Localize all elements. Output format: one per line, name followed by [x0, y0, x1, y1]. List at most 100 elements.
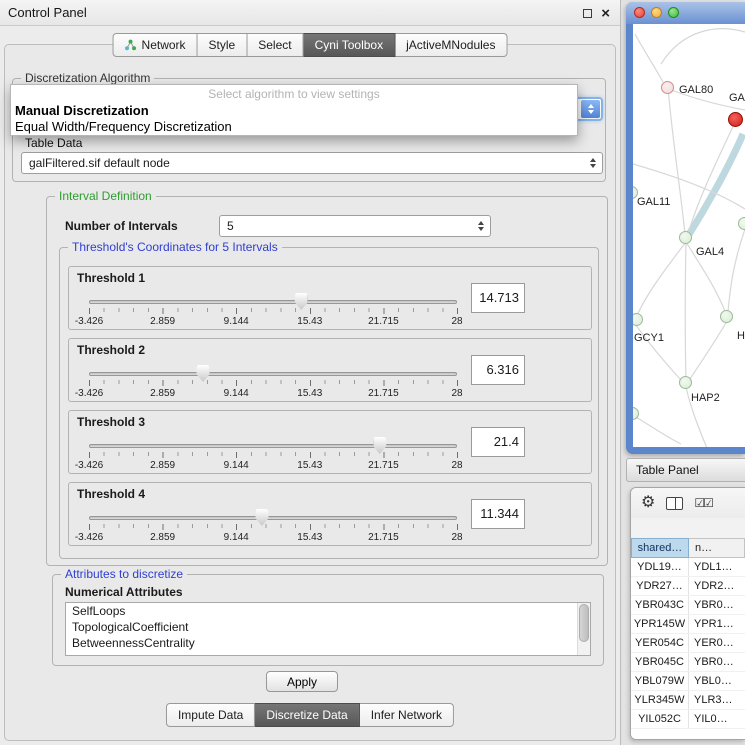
table-data-combobox[interactable]: galFiltered.sif default node	[21, 152, 603, 174]
cell[interactable]: YBR0…	[689, 653, 745, 671]
network-canvas[interactable]: GAL80 GA GAL11 GAL4 GCY1 H HAP2	[633, 24, 745, 447]
slider-track[interactable]	[89, 516, 457, 520]
table-row[interactable]: YDR27…YDR2…	[631, 577, 745, 596]
cell[interactable]: YIL052C	[631, 710, 689, 728]
top-tab-bar: Network Style Select Cyni Toolbox jActiv…	[113, 33, 508, 57]
cell[interactable]: YDL19…	[631, 558, 689, 576]
column-header-name[interactable]: n…	[689, 538, 745, 558]
thresholds-group: Threshold's Coordinates for 5 Intervals …	[59, 247, 599, 559]
scale-tick-label: 15.43	[297, 532, 322, 543]
control-panel-window: Control Panel × Network Style Select	[0, 0, 621, 745]
scrollbar-thumb[interactable]	[579, 604, 589, 642]
threshold-2-value-field[interactable]: 6.316	[471, 355, 525, 385]
tab-jactivemnodules[interactable]: jActiveMNodules	[395, 33, 507, 57]
node-label: GAL80	[679, 84, 713, 96]
cell[interactable]: YLR3…	[689, 691, 745, 709]
cell[interactable]: YER0…	[689, 634, 745, 652]
list-item[interactable]: SelfLoops	[66, 603, 590, 619]
cell[interactable]: YPR145W	[631, 615, 689, 633]
tab-network[interactable]: Network	[113, 33, 198, 57]
network-node[interactable]	[679, 231, 692, 244]
list-scrollbar[interactable]	[577, 603, 590, 655]
gear-icon[interactable]: ⚙	[641, 495, 655, 511]
tab-style[interactable]: Style	[198, 33, 248, 57]
slider-track[interactable]	[89, 300, 457, 304]
cell[interactable]: YLR345W	[631, 691, 689, 709]
list-item[interactable]: BetweennessCentrality	[66, 635, 590, 651]
number-of-intervals-combobox[interactable]: 5	[219, 215, 491, 237]
node-label: H	[737, 330, 745, 342]
table-row[interactable]: YBR043CYBR0…	[631, 596, 745, 615]
tab-impute-data[interactable]: Impute Data	[166, 703, 255, 727]
network-node[interactable]	[661, 81, 674, 94]
threshold-2-panel: Threshold 2 -3.426 2.859 9.144 15.43 21.…	[68, 338, 592, 402]
cell[interactable]: YDR2…	[689, 577, 745, 595]
cell[interactable]: YDR27…	[631, 577, 689, 595]
tab-infer-network[interactable]: Infer Network	[360, 703, 454, 727]
scale-tick-label: 9.144	[224, 316, 249, 327]
cell[interactable]: YER054C	[631, 634, 689, 652]
table-browser-window: ⚙ ☑☑ shared… n… YDL19…YDL1… YDR27…YDR2… …	[630, 487, 745, 740]
scale-tick-label: 2.859	[150, 532, 175, 543]
threshold-2-slider[interactable]: -3.426 2.859 9.144 15.43 21.715 28	[89, 363, 457, 401]
tab-select[interactable]: Select	[247, 33, 303, 57]
cell[interactable]: YBR045C	[631, 653, 689, 671]
threshold-4-value-field[interactable]: 11.344	[471, 499, 525, 529]
column-header-shared-name[interactable]: shared…	[631, 538, 689, 558]
table-row[interactable]: YER054CYER0…	[631, 634, 745, 653]
dropdown-option-manual-discretization[interactable]: Manual Discretization	[11, 103, 577, 119]
table-toolbar: ⚙ ☑☑	[631, 488, 745, 518]
slider-track[interactable]	[89, 372, 457, 376]
scale-tick-label: 15.43	[297, 316, 322, 327]
threshold-1-slider[interactable]: -3.426 2.859 9.144 15.43 21.715 28	[89, 291, 457, 329]
cell[interactable]: YIL0…	[689, 710, 745, 728]
threshold-1-value-field[interactable]: 14.713	[471, 283, 525, 313]
slider-track[interactable]	[89, 444, 457, 448]
apply-button[interactable]: Apply	[266, 671, 338, 692]
numerical-attributes-list: SelfLoops TopologicalCoefficient Between…	[65, 602, 591, 656]
close-icon[interactable]: ×	[601, 6, 610, 21]
network-node[interactable]	[679, 376, 692, 389]
network-node-selected[interactable]	[728, 112, 743, 127]
zoom-traffic-light-icon[interactable]	[668, 7, 679, 18]
dropdown-option-equal-width-frequency[interactable]: Equal Width/Frequency Discretization	[11, 119, 577, 135]
table-row[interactable]: YLR345WYLR3…	[631, 691, 745, 710]
group-title: Discretization Algorithm	[21, 71, 154, 85]
cell[interactable]: YBL079W	[631, 672, 689, 690]
table-row[interactable]: YPR145WYPR1…	[631, 615, 745, 634]
float-window-icon[interactable]	[583, 9, 592, 18]
close-traffic-light-icon[interactable]	[634, 7, 645, 18]
select-columns-checkboxes-icon[interactable]: ☑☑	[694, 496, 712, 510]
network-node[interactable]	[738, 217, 745, 230]
table-row[interactable]: YBR045CYBR0…	[631, 653, 745, 672]
network-window-titlebar[interactable]	[626, 2, 745, 24]
scale-tick-label: 15.43	[297, 388, 322, 399]
scale-tick-label: 21.715	[368, 460, 399, 471]
cell[interactable]: YBR0…	[689, 596, 745, 614]
list-item[interactable]: TopologicalCoefficient	[66, 619, 590, 635]
combobox-arrows-icon	[478, 221, 484, 231]
columns-icon[interactable]	[666, 497, 683, 510]
cell[interactable]: YBL0…	[689, 672, 745, 690]
cell[interactable]: YDL1…	[689, 558, 745, 576]
number-of-intervals-label: Number of Intervals	[65, 219, 178, 233]
tab-discretize-data[interactable]: Discretize Data	[255, 703, 359, 727]
table-row[interactable]: YBL079WYBL0…	[631, 672, 745, 691]
numerical-attributes-label: Numerical Attributes	[65, 585, 183, 599]
slider-scale: -3.426 2.859 9.144 15.43 21.715 28	[89, 388, 457, 400]
network-node[interactable]	[720, 310, 733, 323]
threshold-3-slider[interactable]: -3.426 2.859 9.144 15.43 21.715 28	[89, 435, 457, 473]
threshold-4-slider[interactable]: -3.426 2.859 9.144 15.43 21.715 28	[89, 507, 457, 545]
tab-cyni-toolbox[interactable]: Cyni Toolbox	[304, 33, 395, 57]
table-row[interactable]: YIL052CYIL0…	[631, 710, 745, 729]
threshold-3-value-field[interactable]: 21.4	[471, 427, 525, 457]
cell[interactable]: YBR043C	[631, 596, 689, 614]
scale-tick-label: 9.144	[224, 460, 249, 471]
table-row[interactable]: YDL19…YDL1…	[631, 558, 745, 577]
algorithm-dropdown-popup: Select algorithm to view settings Manual…	[10, 84, 578, 136]
group-title: Interval Definition	[55, 189, 156, 203]
tab-label: Network	[142, 38, 186, 52]
cell[interactable]: YPR1…	[689, 615, 745, 633]
scale-tick-label: -3.426	[75, 316, 103, 327]
minimize-traffic-light-icon[interactable]	[651, 7, 662, 18]
